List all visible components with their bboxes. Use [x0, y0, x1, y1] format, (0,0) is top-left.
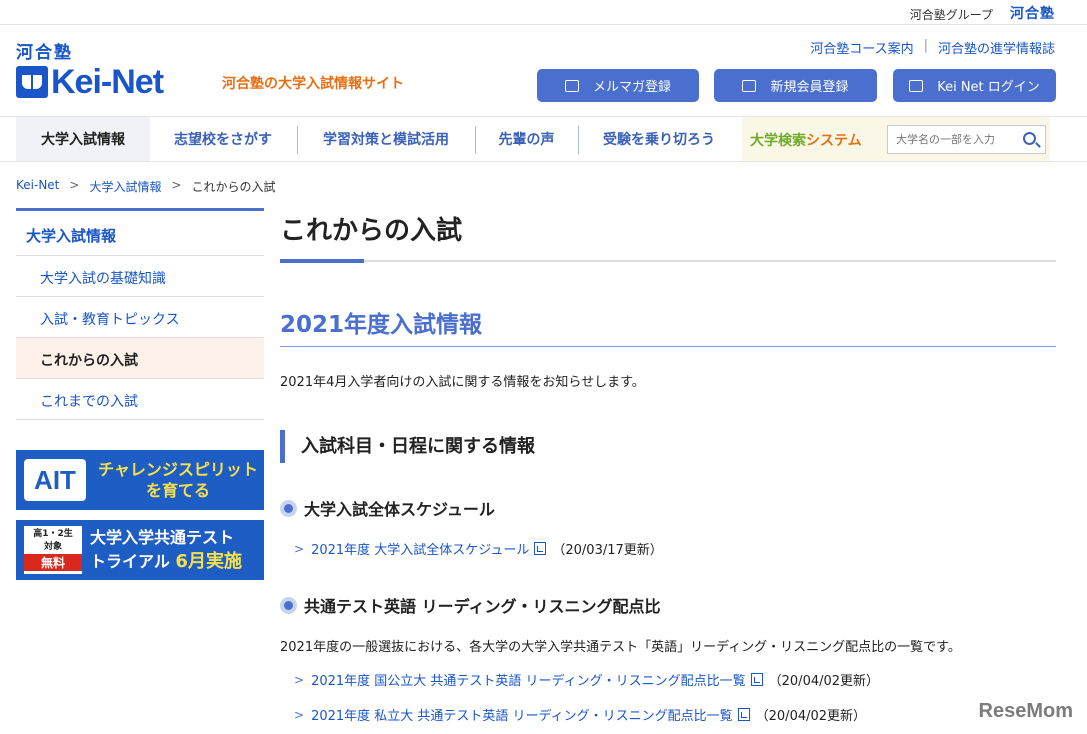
private-ratio-pdf-link[interactable]: 2021年度 私立大 共通テスト英語 リーディング・リスニング配点比一覧: [311, 705, 733, 724]
logo-text: Kei-Net: [51, 62, 164, 101]
uni-search-label-b: システム: [806, 133, 862, 149]
chevron-right-icon: >: [294, 672, 305, 687]
ait-line1: チャレンジスピリット: [98, 460, 258, 479]
breadcrumb: Kei-Net > 大学入試情報 > これからの入試: [16, 178, 276, 195]
login-label: Kei Net ログイン: [937, 80, 1040, 95]
trial-target-tag: 高1・2生 対象 無料: [24, 526, 82, 574]
trial-tag-mid: 対象: [43, 542, 62, 552]
sidebar-heading[interactable]: 大学入試情報: [16, 208, 264, 256]
english-ratio-description: 2021年度の一般選抜における、各大学の大学入学共通テスト「英語」リーディング・…: [280, 640, 961, 655]
course-guide-link[interactable]: 河合塾コース案内: [810, 38, 913, 57]
pdf-icon: [737, 708, 750, 721]
login-icon: [909, 79, 924, 92]
pdf-icon: [750, 673, 763, 686]
trial-date: 6月実施: [175, 551, 242, 572]
divider: |: [923, 38, 928, 53]
newsletter-signup-button[interactable]: メルマガ登録: [537, 69, 699, 102]
section-heading-2021: 2021年度入試情報: [280, 312, 483, 338]
free-badge: 無料: [24, 554, 82, 571]
intro-text: 2021年4月入学者向けの入試に関する情報をお知らせします。: [280, 375, 645, 390]
breadcrumb-home[interactable]: Kei-Net: [16, 178, 59, 195]
schedule-pdf-link[interactable]: 2021年度 大学入試全体スケジュール: [311, 539, 529, 558]
resemom-watermark: ReseMom: [978, 700, 1073, 722]
english-ratio-heading-text: 共通テスト英語 リーディング・リスニング配点比: [304, 597, 661, 616]
common-test-trial-banner[interactable]: 高1・2生 対象 無料 大学入学共通テスト トライアル 6月実施: [16, 520, 264, 580]
national-ratio-pdf-link[interactable]: 2021年度 国公立大 共通テスト英語 リーディング・リスニング配点比一覧: [311, 670, 746, 689]
mail-icon: [564, 79, 579, 92]
site-logo[interactable]: Kei-Net: [16, 62, 164, 102]
trial-tag-top: 高1・2生: [33, 529, 73, 539]
newsletter-signup-label: メルマガ登録: [592, 80, 671, 95]
nav-find-school[interactable]: 志望校をさがす: [150, 117, 296, 161]
uni-search-label-a: 大学検索: [750, 133, 806, 149]
updated-date: （20/04/02更新）: [755, 709, 867, 724]
breadcrumb-entrance-info[interactable]: 大学入試情報: [89, 178, 161, 195]
pdf-icon: [534, 542, 547, 555]
title-accent-bar: [280, 259, 364, 263]
trial-line1: 大学入学共通テスト: [90, 528, 235, 547]
group-label: 河合塾グループ: [909, 8, 993, 22]
list-item: > 2021年度 大学入試全体スケジュール （20/03/17更新）: [294, 539, 663, 559]
book-icon: [16, 66, 48, 98]
page-title: これからの入試: [280, 216, 463, 246]
breadcrumb-current: これからの入試: [191, 180, 276, 194]
nav-senior-voices[interactable]: 先輩の声: [476, 117, 577, 161]
schedule-heading: 大学入試全体スケジュール: [280, 496, 495, 520]
bullet-circle-icon: [280, 596, 297, 614]
sidebar-item-basics[interactable]: 大学入試の基礎知識: [16, 256, 264, 297]
sidebar-item-past[interactable]: これまでの入試: [16, 379, 264, 420]
subjects-schedule-heading: 入試科目・日程に関する情報: [280, 430, 535, 463]
nav-entrance-info[interactable]: 大学入試情報: [16, 117, 150, 161]
ait-banner-text: チャレンジスピリット を育てる: [94, 459, 262, 501]
top-strip: 河合塾グループ 河合塾: [0, 0, 1087, 25]
sidebar: 大学入試情報 大学入試の基礎知識 入試・教育トピックス これからの入試 これまで…: [16, 208, 264, 420]
updated-date: （20/03/17更新）: [552, 543, 663, 558]
ait-logo: AIT: [24, 459, 86, 501]
nav-study-mock[interactable]: 学習対策と模試活用: [298, 117, 474, 161]
login-button[interactable]: Kei Net ログイン: [893, 69, 1056, 102]
kawaijuku-group-logo[interactable]: 河合塾: [1010, 3, 1055, 23]
sidebar-item-upcoming[interactable]: これからの入試: [16, 338, 264, 379]
user-icon: [742, 79, 757, 92]
logo-kanji: 河合塾: [16, 43, 73, 63]
site-tagline: 河合塾の大学入試情報サイト: [222, 76, 404, 92]
header-links: 河合塾コース案内 | 河合塾の進学情報誌: [810, 38, 1055, 57]
university-search-box: [887, 125, 1046, 154]
list-item: > 2021年度 国公立大 共通テスト英語 リーディング・リスニング配点比一覧 …: [294, 670, 880, 690]
sidebar-item-topics[interactable]: 入試・教育トピックス: [16, 297, 264, 338]
bullet-circle-icon: [280, 499, 297, 517]
university-search-system-link[interactable]: 大学検索システム: [750, 130, 862, 150]
chevron-right-icon: >: [171, 178, 182, 192]
university-search-input[interactable]: [888, 126, 1013, 153]
magazine-link[interactable]: 河合塾の進学情報誌: [938, 38, 1055, 57]
english-ratio-heading: 共通テスト英語 リーディング・リスニング配点比: [280, 593, 660, 617]
search-icon[interactable]: [1023, 132, 1036, 145]
schedule-heading-text: 大学入試全体スケジュール: [304, 500, 495, 519]
trial-line2: トライアル: [90, 552, 170, 571]
register-label: 新規会員登録: [770, 80, 849, 95]
ait-banner[interactable]: AIT チャレンジスピリット を育てる: [16, 450, 264, 510]
title-divider: [280, 260, 1056, 262]
ait-line2: を育てる: [145, 481, 210, 500]
list-item: > 2021年度 私立大 共通テスト英語 リーディング・リスニング配点比一覧 （…: [294, 705, 867, 725]
chevron-right-icon: >: [69, 178, 80, 192]
section-divider: [280, 346, 1056, 347]
global-nav: 大学入試情報 志望校をさがす 学習対策と模試活用 先輩の声 受験を乗り切ろう 大…: [0, 116, 1087, 162]
register-button[interactable]: 新規会員登録: [714, 69, 877, 102]
chevron-right-icon: >: [294, 707, 305, 722]
trial-banner-text: 大学入学共通テスト トライアル 6月実施: [90, 526, 242, 574]
updated-date: （20/04/02更新）: [768, 674, 880, 689]
nav-get-through[interactable]: 受験を乗り切ろう: [579, 117, 739, 161]
chevron-right-icon: >: [294, 541, 305, 556]
